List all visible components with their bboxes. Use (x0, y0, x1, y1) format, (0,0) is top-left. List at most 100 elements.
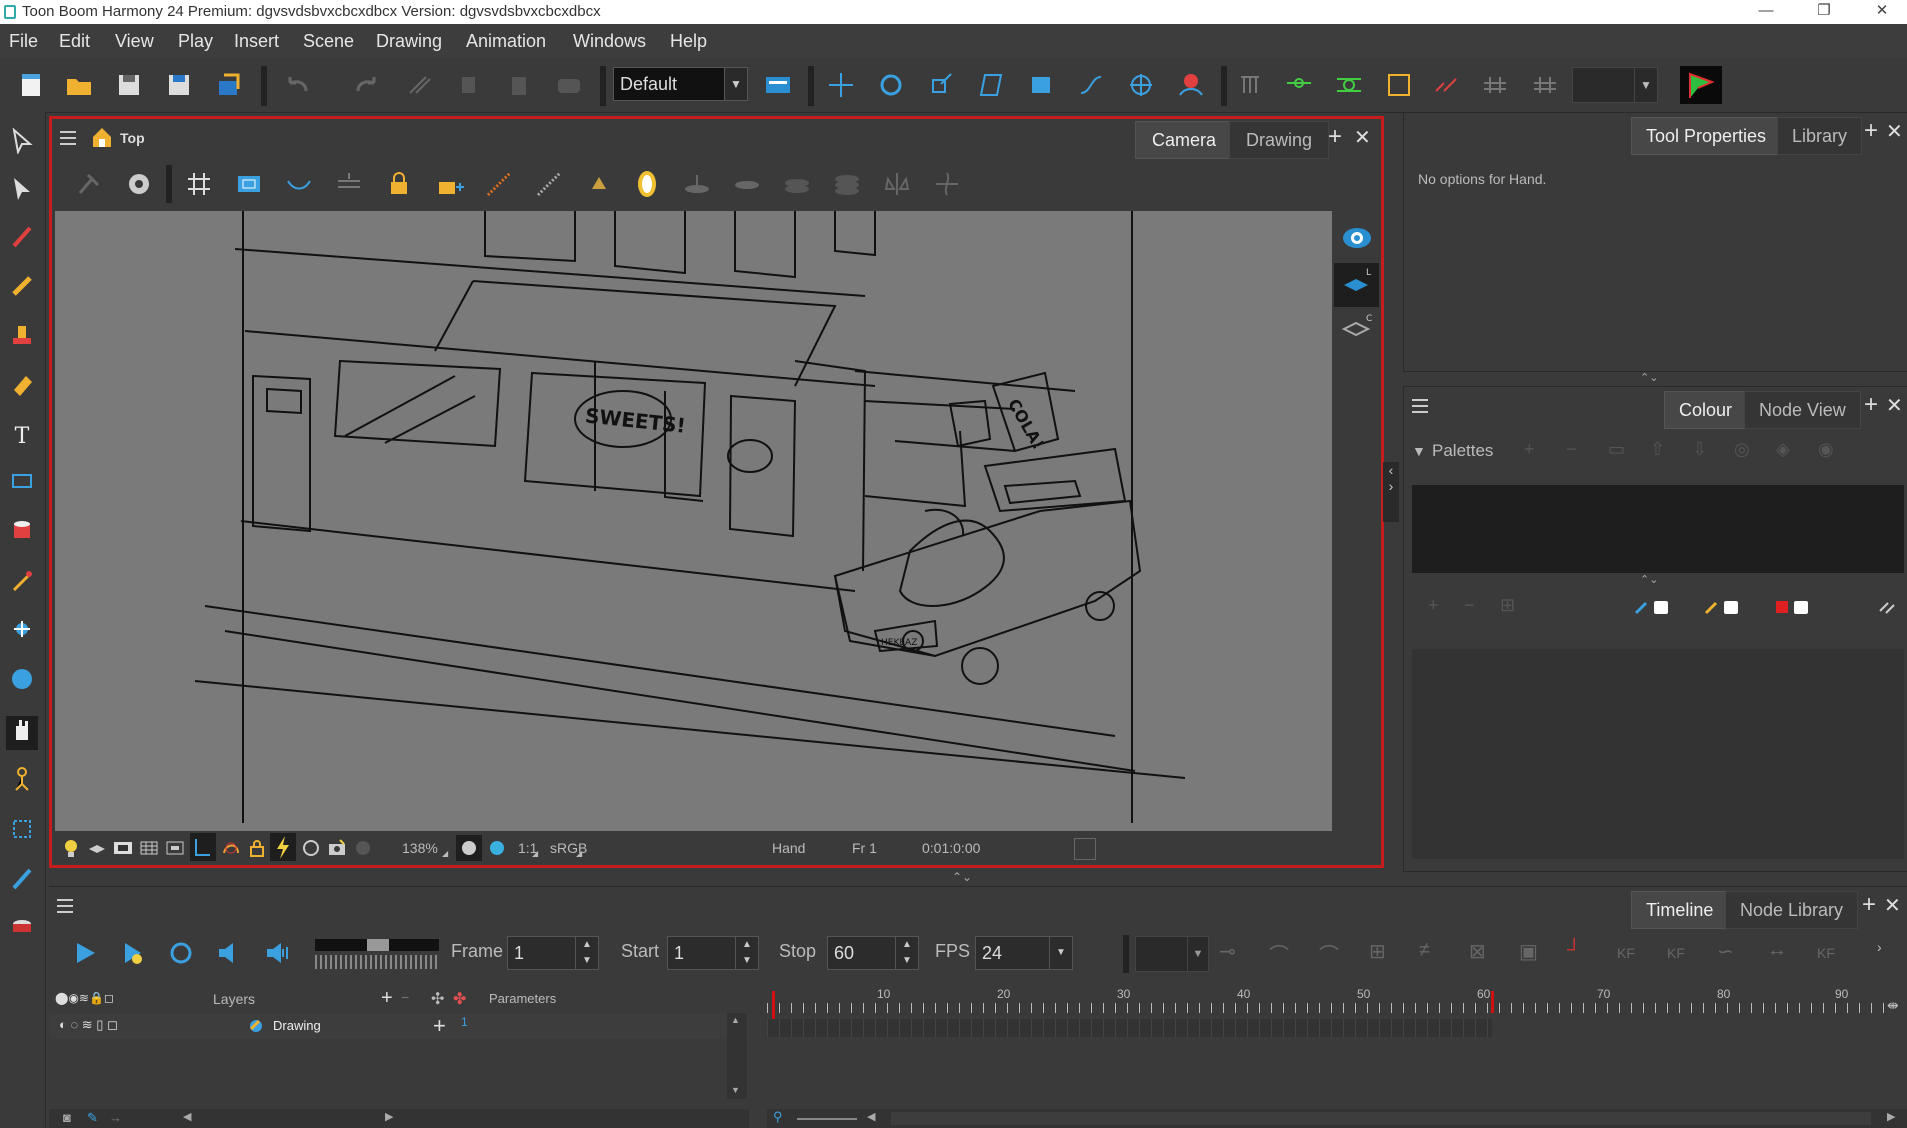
motion-keyframe-icon[interactable]: ⊸ (1219, 939, 1236, 964)
paint-swatch-icon[interactable] (1774, 597, 1814, 617)
tab-drawing[interactable]: Drawing (1229, 121, 1330, 159)
redo-icon[interactable] (352, 71, 382, 99)
timeline-scrollbar[interactable] (891, 1112, 1871, 1125)
remove-palette-icon[interactable]: − (1566, 439, 1577, 460)
palette-library-icon[interactable]: ◎ (1734, 439, 1750, 460)
panel-splitter-arrows[interactable]: ⌃⌄ (1640, 573, 1680, 587)
loop-icon[interactable] (167, 939, 195, 967)
clear-exposure-icon[interactable]: ⊠ (1469, 939, 1486, 964)
spline-icon[interactable]: ∽ (1717, 939, 1734, 964)
save-as-icon[interactable] (164, 71, 194, 99)
symmetry-icon[interactable] (882, 169, 912, 199)
play-selection-icon[interactable] (119, 939, 147, 967)
ease-in-icon[interactable]: ⌒ (1269, 939, 1289, 968)
add-palette-icon[interactable]: + (1524, 439, 1535, 460)
folder-icon[interactable]: ▭ (1608, 439, 1625, 460)
add-layer-icon[interactable]: + (381, 987, 393, 1010)
tab-camera[interactable]: Camera (1135, 121, 1234, 159)
import-palette-icon[interactable]: ◈ (1776, 439, 1790, 460)
menu-icon[interactable] (55, 897, 75, 915)
add-colour-icon[interactable]: + (1428, 595, 1439, 616)
stop-field[interactable]: 60 ▲ ▼ (827, 936, 919, 970)
frame-stepper[interactable]: ▲ ▼ (575, 937, 598, 969)
camera-small-icon[interactable]: ◙ (63, 1110, 71, 1125)
stop-motion-icon[interactable]: ┘ (1567, 939, 1581, 962)
zoom-dropdown-icon[interactable]: ◢ (442, 849, 448, 858)
layer-options-icon[interactable]: ✤ (453, 989, 466, 1009)
timeline-ruler[interactable]: 10 20 30 40 50 60 70 80 90 ⇼ (767, 983, 1907, 1039)
fps-field[interactable]: 24 ▼ (975, 936, 1073, 970)
sound-icon[interactable] (215, 939, 243, 967)
paint-tool-icon[interactable] (6, 518, 38, 552)
menu-insert[interactable]: Insert (234, 31, 279, 52)
minimize-button[interactable]: — (1742, 0, 1790, 24)
collapse-panel-handle[interactable]: ‹ › (1383, 462, 1399, 522)
zoom-slider[interactable] (797, 1118, 857, 1120)
hold-icon[interactable]: ↔ (1767, 939, 1787, 962)
skew-icon[interactable] (976, 71, 1006, 99)
camera-mask-icon[interactable] (112, 837, 134, 859)
pin-icon[interactable] (74, 169, 104, 199)
camera-snapshot-icon[interactable] (326, 837, 348, 859)
add-texture-icon[interactable]: ⊞ (1500, 595, 1515, 616)
outline-icon[interactable] (220, 837, 242, 859)
onion-skin-icon[interactable] (284, 169, 314, 199)
import-icon[interactable] (214, 71, 244, 99)
chevron-down-icon[interactable]: ▼ (1634, 67, 1658, 103)
tab-colour[interactable]: Colour (1664, 391, 1748, 429)
brush-small-icon[interactable]: ✎ (87, 1110, 98, 1126)
render-button[interactable] (270, 833, 296, 861)
menu-icon[interactable] (1410, 397, 1430, 415)
zoom-level[interactable]: 138% (402, 840, 438, 856)
layer-view-active[interactable]: L (1334, 263, 1379, 307)
lock-add-icon[interactable] (434, 169, 464, 199)
close-icon[interactable]: ✕ (1886, 119, 1903, 144)
extend-exposure-icon[interactable]: ▣ (1519, 939, 1538, 964)
menu-edit[interactable]: Edit (59, 31, 90, 52)
harmony-flag-icon[interactable] (1680, 66, 1722, 104)
layer-below-icon[interactable] (732, 169, 762, 199)
clone-palette-icon[interactable]: ◉ (1818, 439, 1834, 460)
remove-colour-icon[interactable]: − (1464, 595, 1475, 616)
add-tab-icon[interactable]: + (1864, 117, 1878, 145)
eye-icon[interactable] (1340, 223, 1374, 253)
safe-area-icon[interactable] (234, 169, 264, 199)
breadcrumb[interactable]: Top (120, 130, 145, 146)
morphing-icon[interactable] (1176, 71, 1206, 99)
home-icon[interactable] (90, 125, 114, 149)
add-tab-icon[interactable]: + (1328, 123, 1342, 151)
start-field[interactable]: 1 ▲ ▼ (667, 936, 759, 970)
ease-out-icon[interactable]: ⌒ (1319, 939, 1339, 968)
animate-tool-icon[interactable] (6, 766, 38, 800)
ratio-dropdown-icon[interactable]: ◢ (532, 849, 538, 858)
move-up-icon[interactable]: ⇧ (1650, 439, 1665, 460)
tab-node-view[interactable]: Node View (1744, 391, 1861, 429)
cutter-tool-icon[interactable] (6, 666, 38, 700)
frame-field[interactable]: 1 ▲ ▼ (507, 936, 599, 970)
add-peg-icon[interactable] (1334, 71, 1364, 99)
add-peg-layer-icon[interactable]: ✣ (431, 989, 444, 1009)
chevron-down-icon[interactable]: ▼ (1187, 936, 1209, 972)
paste-special-icon[interactable] (554, 71, 584, 99)
pencil-swatch-icon[interactable] (1704, 597, 1744, 617)
colorspace-dropdown-icon[interactable]: ◢ (576, 849, 582, 858)
menu-scene[interactable]: Scene (303, 31, 354, 52)
tab-node-library[interactable]: Node Library (1725, 891, 1859, 929)
kf-prev-icon[interactable]: KF (1817, 945, 1835, 961)
colour-combo[interactable] (1572, 67, 1636, 103)
layer-c-icon[interactable]: C (1334, 311, 1379, 345)
stamp-tool-icon[interactable] (6, 322, 38, 356)
dropper-tool-icon[interactable] (6, 568, 38, 602)
menu-icon[interactable] (58, 129, 78, 147)
close-icon[interactable]: ✕ (1354, 125, 1371, 150)
menu-drawing[interactable]: Drawing (376, 31, 442, 52)
zoom-icon[interactable]: ⚲ (773, 1109, 783, 1125)
spline-offset-icon[interactable] (1076, 71, 1106, 99)
scroll-left-icon[interactable]: ◀ (183, 1110, 191, 1123)
close-icon[interactable]: ✕ (1886, 393, 1903, 418)
transform-icon[interactable] (1026, 71, 1056, 99)
align-icon[interactable] (1530, 71, 1560, 99)
ruler-toggle-button[interactable] (190, 833, 216, 861)
open-scene-icon[interactable] (64, 71, 94, 99)
rotate-icon[interactable] (876, 71, 906, 99)
